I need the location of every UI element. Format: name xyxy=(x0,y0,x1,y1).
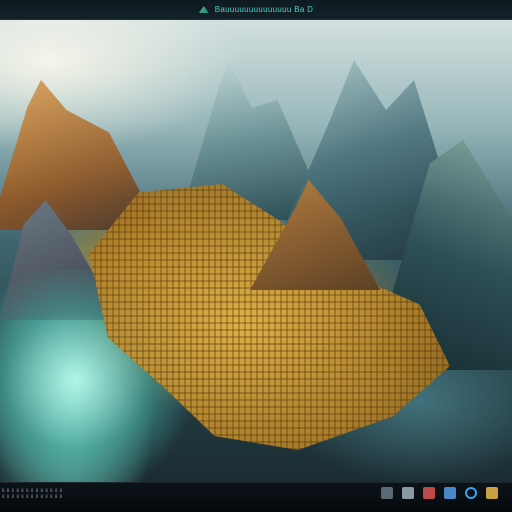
monitor-app-icon[interactable] xyxy=(444,487,456,499)
status-text: B B 6 8 8 8 8 8 8 8 8 8 8 8 8 8 8 8 8 8 … xyxy=(2,488,62,499)
gold-app-icon[interactable] xyxy=(486,487,498,499)
red-app-icon[interactable] xyxy=(423,487,435,499)
image-app-icon[interactable] xyxy=(402,487,414,499)
square-app-icon[interactable] xyxy=(381,487,393,499)
title-bar: Bauuuuuuuuuuuuuu Ba D xyxy=(0,0,512,20)
ring-app-icon[interactable] xyxy=(465,487,477,499)
status-line-2: 8 8 8 8 8 8 8 8 8 8 8 8 8 xyxy=(2,494,63,499)
taskbar-tray xyxy=(381,487,498,499)
taskbar: B B 6 8 8 8 8 8 8 8 8 8 8 8 8 8 8 8 8 8 … xyxy=(0,482,512,512)
image-canvas[interactable] xyxy=(0,20,512,482)
mist-overlay xyxy=(0,20,512,482)
status-line-1: B B 6 8 8 8 8 8 8 8 8 8 8 xyxy=(2,488,63,493)
mountain-app-icon xyxy=(198,6,209,13)
window-title: Bauuuuuuuuuuuuuu Ba D xyxy=(214,5,314,14)
